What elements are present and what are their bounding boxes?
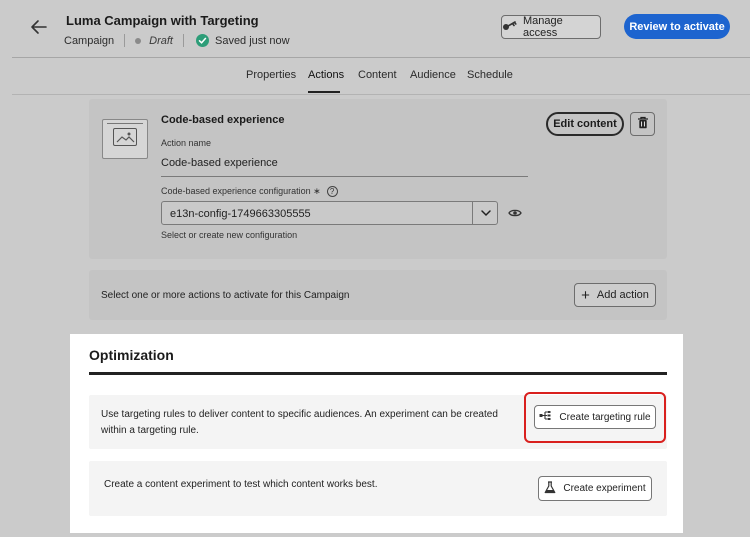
divider xyxy=(124,34,126,47)
targeting-rule-icon xyxy=(539,410,553,424)
flask-icon xyxy=(544,480,556,497)
trash-icon xyxy=(637,116,649,132)
tab-audience[interactable]: Audience xyxy=(410,69,456,81)
configuration-help-text: Select or create new configuration xyxy=(161,230,298,240)
tabs-divider xyxy=(12,94,750,95)
campaign-header: Luma Campaign with Targeting Campaign Dr… xyxy=(0,0,750,58)
back-arrow-icon[interactable] xyxy=(28,16,50,38)
action-name-label: Action name xyxy=(161,138,212,148)
manage-access-label: Manage access xyxy=(523,15,563,39)
tab-bar: Properties Actions Content Audience Sche… xyxy=(0,58,750,94)
tab-content[interactable]: Content xyxy=(358,69,397,81)
configuration-select[interactable]: e13n-config-1749663305555 xyxy=(161,201,498,225)
targeting-description: Use targeting rules to deliver content t… xyxy=(101,409,498,436)
add-action-label: Add action xyxy=(596,289,649,301)
preview-eye-icon[interactable] xyxy=(508,208,522,221)
chevron-down-icon[interactable] xyxy=(480,208,492,221)
manage-access-button[interactable]: Manage access xyxy=(501,15,601,39)
optimization-title: Optimization xyxy=(89,347,174,363)
action-name-underline xyxy=(161,176,528,177)
plus-icon: + xyxy=(581,286,590,304)
status-badge: Draft xyxy=(149,34,173,47)
campaign-meta: Campaign Draft Saved just now xyxy=(64,34,290,47)
delete-action-button[interactable] xyxy=(630,112,655,136)
create-targeting-rule-button[interactable]: Create targeting rule xyxy=(534,405,656,429)
create-targeting-rule-label: Create targeting rule xyxy=(559,411,651,423)
tab-properties[interactable]: Properties xyxy=(246,69,296,81)
tab-schedule[interactable]: Schedule xyxy=(467,69,513,81)
help-icon[interactable]: ? xyxy=(326,186,338,197)
tab-actions[interactable]: Actions xyxy=(308,69,344,81)
action-title: Code-based experience xyxy=(161,114,285,126)
active-tab-indicator xyxy=(308,91,340,93)
configuration-label-text: Code-based experience configuration ∗ xyxy=(161,186,321,196)
configuration-label: Code-based experience configuration ∗ ? xyxy=(161,186,338,197)
campaign-type: Campaign xyxy=(64,34,115,47)
save-status: Saved just now xyxy=(214,34,290,47)
create-experiment-button[interactable]: Create experiment xyxy=(538,476,652,501)
review-to-activate-button[interactable]: Review to activate xyxy=(624,14,730,39)
create-experiment-label: Create experiment xyxy=(563,483,646,494)
add-action-button[interactable]: + Add action xyxy=(574,283,656,307)
experiment-description: Create a content experiment to test whic… xyxy=(104,479,378,490)
status-dot-icon xyxy=(135,37,142,44)
divider xyxy=(182,34,184,47)
code-based-experience-icon xyxy=(102,119,148,159)
key-icon xyxy=(502,20,517,35)
add-action-description: Select one or more actions to activate f… xyxy=(101,290,350,301)
action-name-field[interactable]: Code-based experience xyxy=(161,157,278,169)
select-divider xyxy=(472,202,473,224)
configuration-value: e13n-config-1749663305555 xyxy=(170,208,311,220)
checkmark-icon xyxy=(195,34,209,47)
optimization-divider xyxy=(89,372,667,375)
campaign-title: Luma Campaign with Targeting xyxy=(66,13,259,28)
edit-content-button[interactable]: Edit content xyxy=(546,112,624,136)
